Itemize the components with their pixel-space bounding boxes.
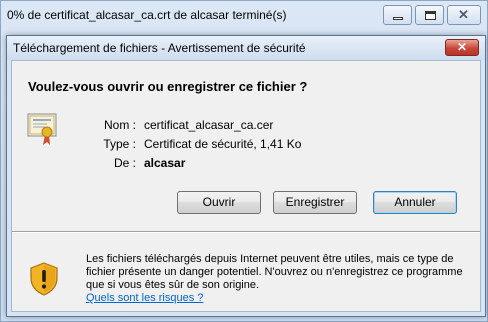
maximize-icon [425, 11, 436, 20]
separator [12, 231, 480, 233]
save-button[interactable]: Enregistrer [273, 191, 357, 214]
shield-warning-icon [30, 262, 58, 296]
dialog-question: Voulez-vous ouvrir ou enregistrer ce fic… [28, 79, 308, 94]
minimize-button[interactable] [383, 5, 412, 25]
file-name-label: Nom : [103, 118, 136, 132]
warning-text-block: Les fichiers téléchargés depuis Internet… [86, 253, 466, 305]
dialog-titlebar: Téléchargement de fichiers - Avertisseme… [7, 36, 485, 60]
file-type-label: Type : [103, 137, 136, 151]
close-icon: ✕ [458, 7, 469, 22]
dialog-close-button[interactable]: ✕ [445, 39, 479, 56]
dialog-title: Téléchargement de fichiers - Avertisseme… [13, 41, 306, 55]
open-button[interactable]: Ouvrir [177, 191, 261, 214]
cancel-button[interactable]: Annuler [373, 191, 457, 214]
progress-window-title: 0% de certificat_alcasar_ca.crt de alcas… [7, 8, 287, 22]
file-name-value: certificat_alcasar_ca.cer [144, 118, 274, 132]
maximize-button[interactable] [415, 5, 444, 25]
progress-close-button[interactable]: ✕ [447, 5, 481, 25]
file-source-value: alcasar [144, 156, 186, 170]
file-source-label: De : [113, 156, 136, 170]
dialog-content: Voulez-vous ouvrir ou enregistrer ce fic… [11, 60, 481, 312]
warning-message: Les fichiers téléchargés depuis Internet… [86, 253, 463, 291]
file-type-value: Certificat de sécurité, 1,41 Ko [144, 137, 302, 151]
security-warning-dialog: Téléchargement de fichiers - Avertisseme… [6, 35, 486, 317]
minimize-icon [393, 17, 403, 20]
risks-link[interactable]: Quels sont les risques ? [86, 292, 203, 304]
